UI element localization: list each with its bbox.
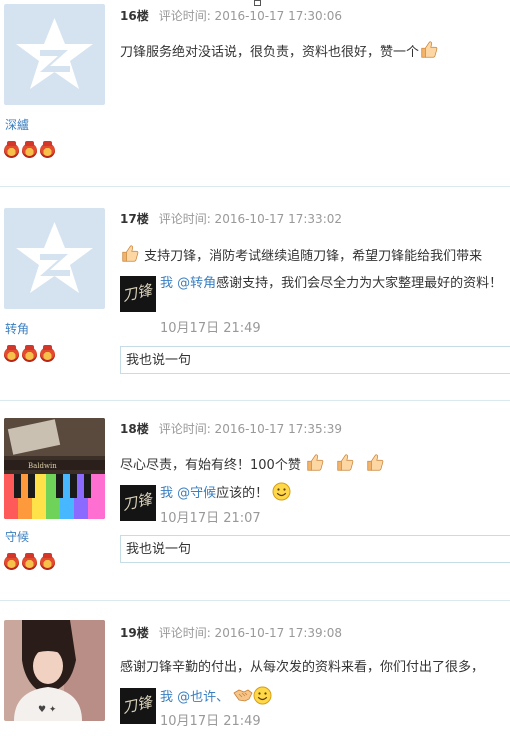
reply-text: 我 @守候应该的！ — [160, 482, 510, 505]
username-link[interactable]: 转角 — [5, 320, 29, 337]
user-badges — [4, 345, 58, 364]
thumbs-up-icon — [307, 454, 324, 471]
floor-number: 17楼 — [120, 212, 149, 226]
username-link[interactable]: 守候 — [5, 528, 29, 545]
medal-icon — [22, 345, 37, 362]
reply-body: 感谢支持，我们会尽全力为大家整理最好的资料！ — [216, 276, 503, 291]
thumbs-up-icon — [367, 454, 384, 471]
comment-meta: 18楼 评论时间: 2016-10-17 17:35:39 — [120, 420, 342, 437]
comment-body: 尽心尽责，有始有终！100个赞 — [120, 458, 301, 473]
svg-text:♥ ✦: ♥ ✦ — [38, 705, 57, 715]
reply-input[interactable]: 我也说一句 — [120, 346, 510, 374]
comment-text: 支持刀锋，消防考试继续追随刀锋，希望刀锋能给我们带来 — [120, 244, 482, 268]
reply-avatar[interactable]: 刀锋 — [120, 688, 156, 724]
reply-body: 应该的！ — [216, 486, 269, 501]
reply-avatar[interactable]: 刀锋 — [120, 276, 156, 312]
reply-mention[interactable]: @守候 — [177, 486, 216, 501]
separator — [0, 600, 510, 601]
comment-meta: 17楼 评论时间: 2016-10-17 17:33:02 — [120, 210, 342, 227]
reply-author[interactable]: 我 — [160, 276, 173, 291]
thumbs-up-icon — [337, 454, 354, 471]
comment-time: 评论时间: 2016-10-17 17:33:02 — [158, 212, 343, 226]
medal-icon — [40, 141, 55, 158]
reply-mention[interactable]: @也许、 — [177, 690, 229, 705]
medal-icon — [22, 553, 37, 570]
medal-icon — [4, 553, 19, 570]
user-avatar[interactable]: ♥ ✦ — [4, 620, 105, 721]
comment-meta: 16楼 评论时间: 2016-10-17 17:30:06 — [120, 7, 342, 24]
comment-body: 感谢刀锋辛勤的付出，从每次发的资料来看，你们付出了很多， — [120, 660, 485, 675]
comment-text: 刀锋服务绝对没话说，很负责，资料也很好，赞一个 — [120, 40, 439, 64]
reply-mention[interactable]: @转角 — [177, 276, 216, 291]
reply-time: 10月17日 21:49 — [160, 714, 261, 729]
thumbs-up-icon — [421, 41, 438, 58]
floor-number: 16楼 — [120, 9, 149, 23]
reply-text: 我 @也许、 — [160, 685, 510, 709]
user-badges — [4, 553, 58, 572]
reply-author[interactable]: 我 — [160, 690, 173, 705]
handshake-icon — [233, 689, 253, 702]
reply-text: 我 @转角感谢支持，我们会尽全力为大家整理最好的资料！ — [160, 273, 510, 295]
cursor-marker — [254, 0, 261, 6]
floor-number: 18楼 — [120, 422, 149, 436]
comment-time: 评论时间: 2016-10-17 17:39:08 — [158, 626, 343, 640]
medal-icon — [4, 141, 19, 158]
username-link[interactable]: 深纑 — [5, 116, 29, 133]
floor-number: 19楼 — [120, 626, 149, 640]
user-avatar[interactable]: Baldwin — [4, 418, 105, 519]
user-badges — [4, 141, 58, 160]
comment-body: 刀锋服务绝对没话说，很负责，资料也很好，赞一个 — [120, 45, 420, 60]
smiley-icon — [253, 686, 272, 705]
comment-text: 尽心尽责，有始有终！100个赞 — [120, 453, 385, 477]
reply-time: 10月17日 21:07 — [160, 511, 261, 526]
reply-input[interactable]: 我也说一句 — [120, 535, 510, 563]
separator — [0, 400, 510, 401]
medal-icon — [22, 141, 37, 158]
comment-time: 评论时间: 2016-10-17 17:35:39 — [158, 422, 343, 436]
smiley-icon — [272, 482, 291, 501]
thumbs-up-icon — [122, 245, 139, 262]
default-avatar[interactable] — [4, 4, 105, 105]
reply-avatar[interactable]: 刀锋 — [120, 485, 156, 521]
comment-time: 评论时间: 2016-10-17 17:30:06 — [158, 9, 343, 23]
separator — [0, 186, 510, 187]
comment-meta: 19楼 评论时间: 2016-10-17 17:39:08 — [120, 624, 342, 641]
medal-icon — [40, 553, 55, 570]
comment-body: 支持刀锋，消防考试继续追随刀锋，希望刀锋能给我们带来 — [144, 249, 483, 264]
reply-time: 10月17日 21:49 — [160, 321, 261, 336]
medal-icon — [4, 345, 19, 362]
comment-text: 感谢刀锋辛勤的付出，从每次发的资料来看，你们付出了很多， — [120, 657, 484, 679]
reply-author[interactable]: 我 — [160, 486, 173, 501]
svg-text:Baldwin: Baldwin — [28, 462, 57, 470]
medal-icon — [40, 345, 55, 362]
default-avatar[interactable] — [4, 208, 105, 309]
